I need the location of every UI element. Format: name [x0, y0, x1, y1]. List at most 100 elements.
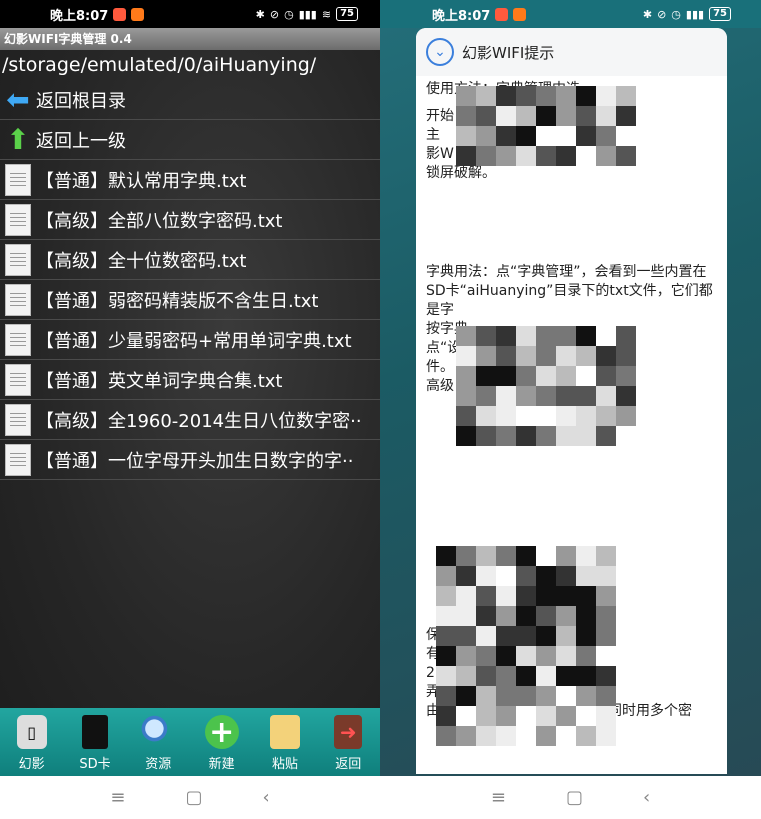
text-file-icon: [5, 283, 31, 316]
mosaic-cell: [496, 346, 516, 366]
bottom-toolbar: ▯ 幻影 SD卡 资源 + 新建 粘贴 ➜ 返回: [0, 708, 380, 776]
paste-icon: [269, 715, 300, 749]
text-file-icon: [5, 203, 31, 236]
back-up-label: 返回上一级: [36, 130, 126, 152]
mosaic-cell: [496, 126, 516, 146]
mosaic-cell: [496, 626, 516, 646]
mosaic-cell: [536, 346, 556, 366]
mosaic-cell: [536, 626, 556, 646]
signal-icon: ▮▮▮: [298, 7, 317, 21]
mosaic-cell: [456, 366, 476, 386]
mosaic-cell: [516, 366, 536, 386]
mosaic-cell: [616, 366, 636, 386]
toolbar-back-button[interactable]: ➜ 返回: [318, 708, 378, 776]
file-row[interactable]: 【普通】英文单词字典合集.txt: [0, 360, 380, 400]
mosaic-cell: [596, 726, 616, 746]
mosaic-cell: [536, 366, 556, 386]
mosaic-cell: [516, 626, 536, 646]
back-to-root-row[interactable]: ⬅ 返回根目录: [0, 80, 380, 120]
mosaic-cell: [576, 626, 596, 646]
mosaic-cell: [596, 126, 616, 146]
mosaic-cell: [616, 426, 636, 446]
mosaic-cell: [476, 346, 496, 366]
mosaic-cell: [536, 646, 556, 666]
battery-icon: 75: [709, 7, 731, 21]
mosaic-cell: [456, 686, 476, 706]
mosaic-cell: [456, 566, 476, 586]
mosaic-cell: [476, 106, 496, 126]
mosaic-cell: [476, 326, 496, 346]
mute-icon: ⊘: [657, 7, 667, 21]
mosaic-cell: [556, 406, 576, 426]
mosaic-cell: [436, 626, 456, 646]
mosaic-cell: [576, 686, 596, 706]
file-name: 【高级】全十位数密码.txt: [36, 250, 247, 272]
home-icon[interactable]: ▢: [566, 787, 583, 808]
battery-icon: 75: [336, 7, 358, 21]
menu-icon[interactable]: ≡: [110, 787, 125, 808]
file-row[interactable]: 【高级】全1960-2014生日八位数字密··: [0, 400, 380, 440]
dialog-title: 幻影WIFI提示: [462, 43, 555, 62]
dialog-text-line: 字典用法：点“字典管理”，会看到一些内置在SD卡“aiHuanying”目录下的…: [426, 264, 713, 318]
mosaic-cell: [456, 426, 476, 446]
file-row[interactable]: 【普通】默认常用字典.txt: [0, 160, 380, 200]
left-screen: 晚上8:07 ✱ ⊘ ◷ ▮▮▮ ≋ 75 幻影WIFI字典管理 0.4 /st…: [0, 0, 380, 819]
mosaic-cell: [596, 406, 616, 426]
toolbar-resources-button[interactable]: 资源: [128, 708, 188, 776]
status-time: 晚上8:07: [50, 8, 109, 24]
mosaic-cell: [576, 646, 596, 666]
mosaic-cell: [516, 666, 536, 686]
mosaic-cell: [576, 86, 596, 106]
mosaic-cell: [456, 546, 476, 566]
menu-icon[interactable]: ≡: [491, 787, 506, 808]
toolbar-new-button[interactable]: + 新建: [192, 708, 252, 776]
dialog-text-line: 锁屏破解。: [426, 165, 496, 181]
mosaic-cell: [556, 646, 576, 666]
mosaic-cell: [556, 386, 576, 406]
mosaic-cell: [476, 126, 496, 146]
file-name: 【普通】弱密码精装版不含生日.txt: [36, 290, 319, 312]
mosaic-cell: [456, 406, 476, 426]
wifi-icon: ≋: [321, 7, 332, 21]
mosaic-cell: [436, 586, 456, 606]
mosaic-cell: [596, 426, 616, 446]
mosaic-cell: [576, 326, 596, 346]
mosaic-cell: [536, 606, 556, 626]
mosaic-cell: [476, 426, 496, 446]
mosaic-cell: [616, 106, 636, 126]
mosaic-cell: [596, 626, 616, 646]
mosaic-cell: [476, 566, 496, 586]
mosaic-cell: [596, 326, 616, 346]
hint-dialog: ⌄ 幻影WIFI提示 使用方法：字典管理中选 开始 主 影W 锁屏破解。 字典用…: [416, 28, 727, 774]
back-up-one-level-row[interactable]: ⬆ 返回上一级: [0, 120, 380, 160]
mosaic-cell: [556, 546, 576, 566]
chevron-down-icon[interactable]: ⌄: [426, 38, 454, 66]
mosaic-cell: [496, 146, 516, 166]
toolbar-paste-button[interactable]: 粘贴: [255, 708, 315, 776]
mosaic-cell: [556, 586, 576, 606]
toolbar-sd-card-button[interactable]: SD卡: [65, 708, 125, 776]
file-row[interactable]: 【普通】弱密码精装版不含生日.txt: [0, 280, 380, 320]
mosaic-cell: [576, 666, 596, 686]
mosaic-cell: [456, 126, 476, 146]
mosaic-cell: [576, 706, 596, 726]
mosaic-cell: [476, 366, 496, 386]
mosaic-cell: [596, 346, 616, 366]
back-icon[interactable]: ‹: [643, 787, 650, 808]
home-icon[interactable]: ▢: [185, 787, 202, 808]
mosaic-cell: [496, 366, 516, 386]
file-name: 【普通】一位字母开头加生日数字的字··: [36, 450, 354, 472]
mosaic-cell: [556, 326, 576, 346]
taobao-notification-icon: [513, 7, 527, 21]
file-row[interactable]: 【高级】全十位数密码.txt: [0, 240, 380, 280]
file-row[interactable]: 【普通】少量弱密码+常用单词字典.txt: [0, 320, 380, 360]
mosaic-cell: [556, 366, 576, 386]
mosaic-cell: [596, 146, 616, 166]
mosaic-cell: [496, 646, 516, 666]
back-icon[interactable]: ‹: [262, 787, 269, 808]
toolbar-huanying-button[interactable]: ▯ 幻影: [2, 708, 62, 776]
status-bar: 晚上8:07 ✱ ⊘ ◷ ▮▮▮ 75: [380, 0, 761, 28]
mosaic-cell: [576, 546, 596, 566]
file-row[interactable]: 【普通】一位字母开头加生日数字的字··: [0, 440, 380, 480]
file-row[interactable]: 【高级】全部八位数字密码.txt: [0, 200, 380, 240]
